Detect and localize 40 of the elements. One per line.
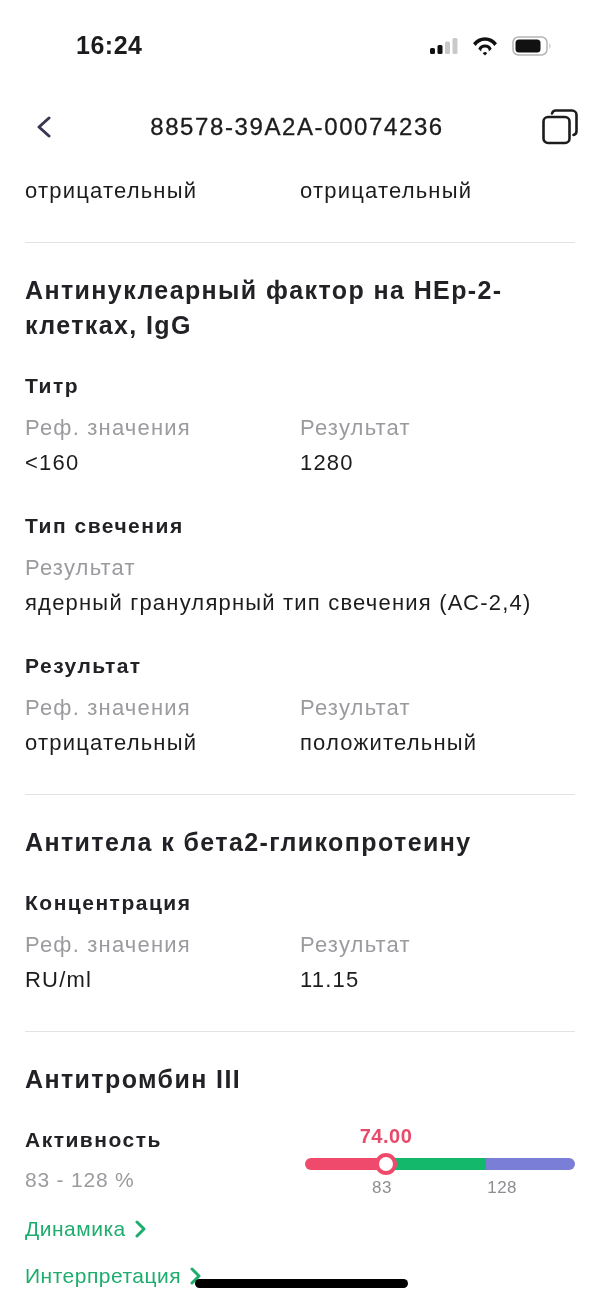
scale-tick-label: 83 — [372, 1177, 392, 1199]
test-title: Антинуклеарный фактор на HEp-2-клетках, IgG — [25, 275, 504, 341]
status-time: 16:24 — [76, 30, 143, 60]
test-title: Антитела к бета2-гликопротеину — [25, 827, 473, 858]
chevron-right-icon — [134, 1220, 146, 1238]
detail-link[interactable]: Динамика — [25, 1211, 146, 1247]
copy-icon — [542, 109, 578, 145]
field-value: ядерный гранулярный тип свечения (АС-2,4) — [25, 589, 533, 617]
parameter-name: Концентрация — [25, 890, 193, 916]
detail-link[interactable]: Интерпретация — [25, 1258, 202, 1294]
field-value: 11.15 — [300, 966, 361, 994]
field-value: 1280 — [300, 449, 355, 477]
result-reading: 74.00 — [359, 1124, 413, 1149]
wifi-icon — [472, 36, 498, 56]
signal-icon — [430, 38, 458, 54]
parameter-name: Результат — [25, 653, 143, 679]
field-label: Результат — [300, 931, 412, 959]
field-label: Реф. значения — [25, 694, 192, 722]
parameter-name: Титр — [25, 373, 81, 399]
copy-button[interactable] — [542, 109, 578, 145]
field-label: Реф. значения — [25, 414, 192, 442]
field-label: Реф. значения — [25, 931, 192, 959]
parameter-name: Активность — [25, 1127, 162, 1153]
field-value: отрицательный — [25, 177, 199, 205]
reference-range: 83 - 128 % — [25, 1167, 136, 1193]
field-label: Результат — [300, 414, 412, 442]
field-value: положительный — [300, 729, 479, 757]
field-value: <160 — [25, 449, 81, 477]
back-button[interactable] — [36, 116, 52, 138]
field-value: RU/ml — [25, 966, 94, 994]
field-value: отрицательный — [300, 177, 474, 205]
test-title: Антитромбин III — [25, 1064, 243, 1095]
chevron-right-icon — [190, 1267, 202, 1285]
scale-tick-label: 128 — [487, 1177, 517, 1199]
order-number-title: 88578-39A2A-00074236 — [150, 112, 444, 142]
parameter-name: Тип свечения — [25, 513, 185, 539]
back-chevron-icon — [36, 116, 52, 138]
field-label: Результат — [300, 694, 412, 722]
field-label: Результат — [25, 554, 137, 582]
field-value: отрицательный — [25, 729, 199, 757]
